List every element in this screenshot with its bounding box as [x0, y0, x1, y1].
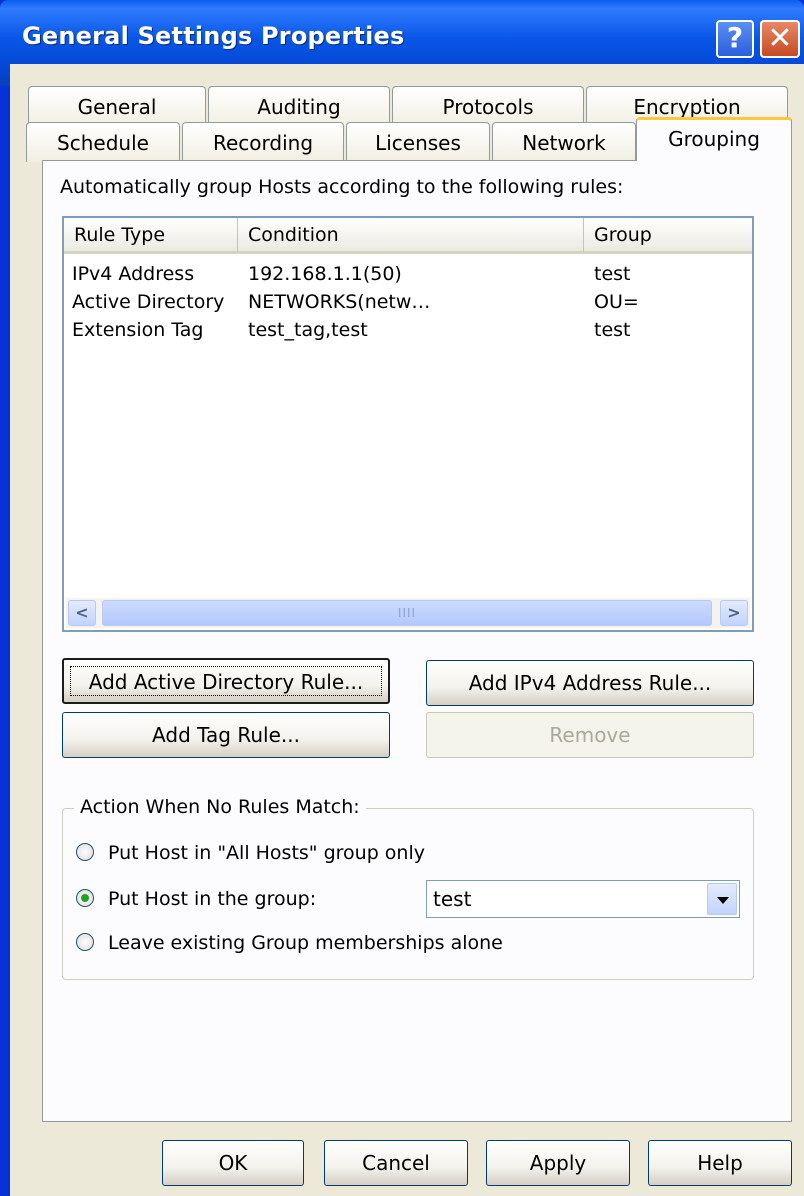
column-header-group[interactable]: Group: [584, 218, 752, 252]
radio-button[interactable]: [76, 843, 94, 861]
add-active-directory-rule-button[interactable]: Add Active Directory Rule...: [62, 658, 390, 704]
help-button[interactable]: Help: [648, 1140, 792, 1186]
list-header: Rule Type Condition Group: [64, 218, 752, 254]
cell-group: test: [594, 263, 631, 285]
tab-auditing[interactable]: Auditing: [208, 86, 390, 126]
dialog-window: General Settings Properties ? ✕ General …: [0, 0, 804, 1196]
rules-list[interactable]: Rule Type Condition Group IPv4 Address 1…: [62, 216, 754, 632]
remove-button: Remove: [426, 712, 754, 758]
group-select-value: test: [433, 887, 472, 911]
radio-button-selected[interactable]: [76, 889, 94, 907]
instruction-text: Automatically group Hosts according to t…: [60, 176, 624, 198]
apply-button[interactable]: Apply: [486, 1140, 630, 1186]
table-row[interactable]: Active Directory NETWORKS(netw… OU=: [64, 288, 752, 316]
tab-recording[interactable]: Recording: [182, 122, 344, 162]
cell-rule-type: Extension Tag: [72, 319, 204, 341]
tab-general[interactable]: General: [28, 86, 206, 126]
cell-rule-type: Active Directory: [72, 291, 225, 313]
radio-label: Put Host in "All Hosts" group only: [108, 842, 425, 864]
radio-label: Put Host in the group:: [108, 888, 317, 910]
tab-network[interactable]: Network: [492, 122, 636, 162]
cell-condition: 192.168.1.1(50): [248, 263, 402, 285]
help-icon[interactable]: ?: [716, 20, 754, 58]
radio-label: Leave existing Group memberships alone: [108, 932, 503, 954]
column-header-rule-type[interactable]: Rule Type: [64, 218, 238, 252]
group-select[interactable]: test: [426, 880, 740, 918]
add-active-directory-rule-label: Add Active Directory Rule...: [70, 666, 382, 696]
table-row[interactable]: Extension Tag test_tag,test test: [64, 316, 752, 344]
close-icon[interactable]: ✕: [760, 20, 800, 58]
scroll-thumb[interactable]: IIII: [102, 600, 712, 626]
horizontal-scrollbar[interactable]: < IIII >: [66, 598, 750, 628]
scroll-grip-icon: IIII: [397, 606, 417, 620]
ok-button[interactable]: OK: [162, 1140, 304, 1186]
tab-protocols[interactable]: Protocols: [392, 86, 584, 126]
scroll-right-icon[interactable]: >: [720, 600, 748, 626]
add-tag-rule-button[interactable]: Add Tag Rule...: [62, 712, 390, 758]
tab-schedule[interactable]: Schedule: [26, 122, 180, 162]
window-title: General Settings Properties: [22, 22, 405, 50]
tab-grouping[interactable]: Grouping: [636, 117, 792, 161]
cancel-button[interactable]: Cancel: [324, 1140, 468, 1186]
cell-condition: test_tag,test: [248, 319, 368, 341]
cell-group: OU=: [594, 291, 639, 313]
chevron-down-icon: [717, 897, 729, 904]
cell-rule-type: IPv4 Address: [72, 263, 195, 285]
radio-button[interactable]: [76, 933, 94, 951]
radio-dot-icon: [81, 894, 89, 902]
no-match-legend: Action When No Rules Match:: [74, 796, 366, 818]
tab-licenses[interactable]: Licenses: [346, 122, 490, 162]
table-row[interactable]: IPv4 Address 192.168.1.1(50) test: [64, 260, 752, 288]
dropdown-button[interactable]: [707, 883, 737, 915]
column-header-condition[interactable]: Condition: [238, 218, 584, 252]
scroll-left-icon[interactable]: <: [68, 600, 96, 626]
cell-group: test: [594, 319, 631, 341]
add-ipv4-address-rule-button[interactable]: Add IPv4 Address Rule...: [426, 660, 754, 706]
cell-condition: NETWORKS(netw…: [248, 291, 431, 313]
